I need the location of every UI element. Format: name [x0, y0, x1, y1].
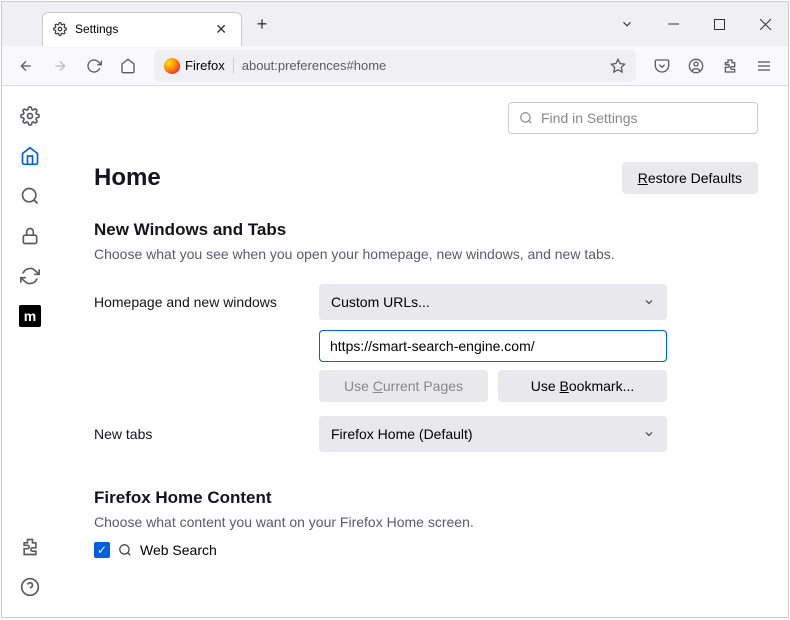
window-controls: [604, 5, 788, 43]
sidebar-item-general[interactable]: [12, 98, 48, 134]
gear-icon: [53, 22, 67, 36]
homepage-mode-select[interactable]: Custom URLs...: [319, 284, 667, 320]
pocket-icon[interactable]: [646, 50, 678, 82]
section-new-windows-desc: Choose what you see when you open your h…: [94, 246, 758, 262]
maximize-button[interactable]: [696, 5, 742, 43]
sidebar-item-more[interactable]: m: [12, 298, 48, 334]
homepage-url-input[interactable]: [319, 330, 667, 362]
sidebar-item-sync[interactable]: [12, 258, 48, 294]
tab-strip: Settings ✕ +: [2, 3, 276, 46]
search-icon: [519, 111, 533, 125]
chevron-down-icon[interactable]: [604, 5, 650, 43]
chevron-down-icon: [643, 428, 655, 440]
newtabs-select[interactable]: Firefox Home (Default): [319, 416, 667, 452]
star-icon[interactable]: [610, 58, 626, 74]
back-button[interactable]: [10, 50, 42, 82]
section-fhc-title: Firefox Home Content: [94, 488, 758, 508]
home-button[interactable]: [112, 50, 144, 82]
forward-button[interactable]: [44, 50, 76, 82]
minimize-button[interactable]: [650, 5, 696, 43]
account-icon[interactable]: [680, 50, 712, 82]
close-tab-icon[interactable]: ✕: [211, 19, 231, 40]
sidebar-item-extensions[interactable]: [12, 529, 48, 565]
sidebar-item-help[interactable]: [12, 569, 48, 605]
select-value: Custom URLs...: [331, 294, 430, 310]
sidebar-item-search[interactable]: [12, 178, 48, 214]
websearch-checkbox[interactable]: ✓: [94, 542, 110, 558]
sidebar-item-home[interactable]: [12, 138, 48, 174]
tab-title: Settings: [75, 22, 203, 36]
url-identity[interactable]: Firefox: [164, 58, 234, 74]
settings-sidebar: m: [2, 86, 58, 617]
section-fhc-desc: Choose what content you want on your Fir…: [94, 514, 758, 530]
content-area: m Find in Settings Home Restore Defaults…: [2, 86, 788, 617]
use-bookmark-button[interactable]: Use Bookmark...: [498, 370, 667, 402]
settings-main: Find in Settings Home Restore Defaults N…: [58, 86, 788, 617]
url-bar[interactable]: Firefox about:preferences#home: [154, 50, 636, 82]
url-text: about:preferences#home: [242, 58, 602, 73]
tab-settings[interactable]: Settings ✕: [42, 12, 242, 46]
homepage-label: Homepage and new windows: [94, 294, 319, 310]
sidebar-item-privacy[interactable]: [12, 218, 48, 254]
find-placeholder: Find in Settings: [541, 110, 638, 126]
new-tab-button[interactable]: +: [248, 10, 276, 38]
find-settings-input[interactable]: Find in Settings: [508, 102, 758, 134]
select-value: Firefox Home (Default): [331, 426, 473, 442]
extensions-icon[interactable]: [714, 50, 746, 82]
search-icon: [118, 543, 132, 557]
section-new-windows-title: New Windows and Tabs: [94, 220, 758, 240]
identity-label: Firefox: [185, 58, 225, 73]
menu-icon[interactable]: [748, 50, 780, 82]
reload-button[interactable]: [78, 50, 110, 82]
chevron-down-icon: [643, 296, 655, 308]
firefox-logo-icon: [164, 58, 180, 74]
close-button[interactable]: [742, 5, 788, 43]
nav-toolbar: Firefox about:preferences#home: [2, 46, 788, 86]
titlebar: Settings ✕ +: [2, 2, 788, 46]
m-icon: m: [19, 305, 41, 327]
page-title: Home: [94, 164, 161, 192]
newtabs-label: New tabs: [94, 426, 319, 442]
use-current-pages-button[interactable]: Use Current Pages: [319, 370, 488, 402]
websearch-label: Web Search: [140, 542, 217, 558]
restore-defaults-button[interactable]: Restore Defaults: [622, 162, 758, 194]
